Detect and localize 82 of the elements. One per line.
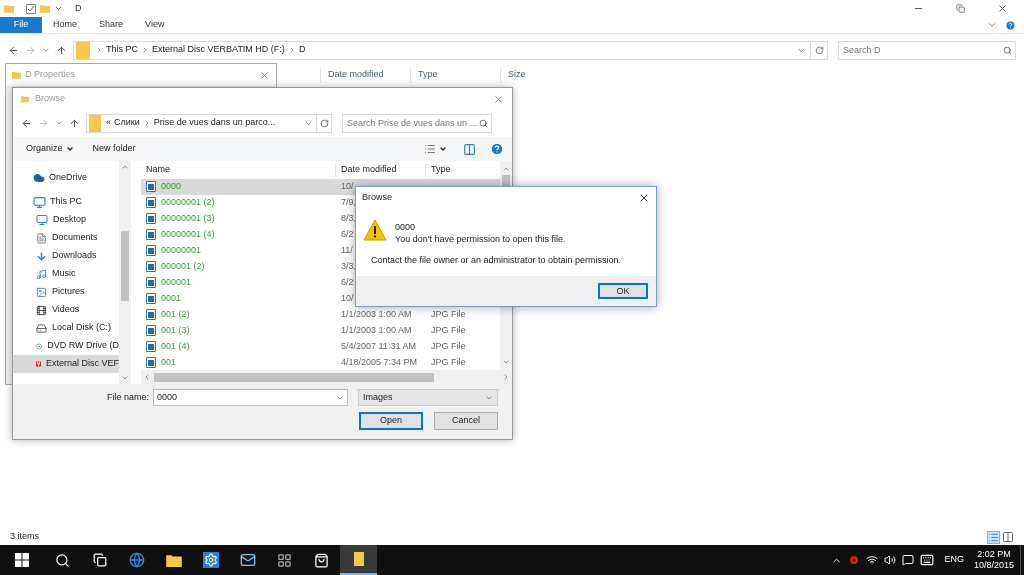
- date-cell-text: 6/2: [341, 275, 354, 289]
- type-cell-text: JPG File: [430, 323, 466, 337]
- column-header[interactable]: Type: [426, 163, 500, 177]
- ok-button[interactable]: OK: [598, 283, 648, 299]
- open-button[interactable]: Open: [359, 412, 423, 430]
- nav-item[interactable]: Pictures: [13, 283, 119, 301]
- file-name: 0001: [161, 291, 182, 305]
- file-row[interactable]: 000001 6/2: [141, 274, 500, 291]
- breadcrumb-item[interactable]: External Disc VERBATIM HD (F:): [152, 43, 285, 57]
- organize-button[interactable]: Organize: [26, 142, 74, 156]
- breadcrumb-item[interactable]: Prise de vues dans un parco...: [153, 116, 276, 130]
- dialog-title: Browse: [35, 92, 65, 106]
- nav-item[interactable]: OneDrive: [13, 169, 119, 187]
- file-name: 001 (2): [161, 307, 190, 321]
- file-name-field[interactable]: 0000: [153, 389, 348, 406]
- field-label: File name:: [106, 390, 149, 404]
- clock[interactable]: 2:02 PM 10/8/2015: [973, 549, 1014, 571]
- cancel-button[interactable]: Cancel: [434, 412, 498, 430]
- file-name: 00000001 (4): [161, 227, 215, 241]
- file-row[interactable]: 001 (3) 1/1/2003 1:00 AM JPG File: [141, 322, 500, 339]
- file-name: 001 (3): [161, 323, 190, 337]
- file-row[interactable]: 001 4/18/2005 7:34 PM JPG File: [141, 354, 500, 371]
- breadcrumb-item[interactable]: D: [298, 43, 306, 57]
- ribbon-tab[interactable]: View: [134, 17, 176, 33]
- nav-item[interactable]: Local Disk (C:): [13, 319, 119, 337]
- ribbon-tab[interactable]: Home: [42, 17, 88, 33]
- language-indicator[interactable]: ENG: [944, 553, 964, 567]
- date-cell-text: 6/2: [341, 227, 354, 241]
- file-row[interactable]: 0001 10/: [141, 290, 500, 307]
- file-name: 001 (4): [161, 339, 190, 353]
- search-field[interactable]: Search D: [838, 40, 1016, 60]
- column-header[interactable]: Date modified: [320, 67, 410, 83]
- date-cell-text: 4/18/2005 7:34 PM: [341, 355, 418, 369]
- nav-item[interactable]: Downloads: [13, 247, 119, 265]
- nav-item[interactable]: Videos: [13, 301, 119, 319]
- date-cell-text: 7/9,: [341, 195, 356, 209]
- nav-item[interactable]: Music: [13, 265, 119, 283]
- file-row[interactable]: 001 (2) 1/1/2003 1:00 AM JPG File: [141, 306, 500, 323]
- status-text: 3 items: [10, 530, 39, 544]
- new-folder-button[interactable]: New folder: [92, 142, 136, 156]
- date-cell-text: 10/: [341, 291, 354, 305]
- error-detail: Contact the file owner or an administrator to obtain permission.: [370, 254, 623, 267]
- type-cell-text: JPG File: [430, 355, 466, 369]
- search-field[interactable]: Search Prise de vues dans un ...: [342, 113, 492, 133]
- date-cell-text: 3/3,: [341, 259, 356, 273]
- column-header[interactable]: Type: [410, 67, 500, 83]
- nav-item[interactable]: DVD RW Drive (D: [13, 337, 119, 355]
- address-bar[interactable]: « Слики Prise de vues dans un parco...: [86, 113, 332, 133]
- file-name: 000001: [161, 275, 192, 289]
- breadcrumb-item[interactable]: Слики: [114, 116, 140, 130]
- file-name: 00000001 (3): [161, 211, 215, 225]
- ribbon-tab[interactable]: Share: [88, 17, 135, 33]
- column-header[interactable]: Name: [141, 163, 336, 177]
- date-cell-text: 5/4/2007 11:31 AM: [341, 339, 416, 353]
- nav-item[interactable]: Documents: [13, 229, 119, 247]
- date-cell-text: 10/: [341, 179, 354, 193]
- date-cell-text: 11/: [341, 243, 353, 257]
- file-tab[interactable]: File: [0, 17, 42, 33]
- date-cell-text: 1/1/2003 1:00 AM: [341, 307, 412, 321]
- window-title: D: [75, 1, 82, 15]
- type-cell-text: JPG File: [430, 307, 466, 321]
- column-header[interactable]: Date modified: [336, 163, 426, 177]
- file-type-dropdown[interactable]: Images: [358, 389, 498, 406]
- nav-item[interactable]: This PC: [13, 193, 119, 211]
- overflow-glyph[interactable]: «: [106, 116, 111, 130]
- date-cell-text: 1/1/2003 1:00 AM: [341, 323, 412, 337]
- file-name: 0000: [395, 221, 417, 233]
- window-title: D Properties: [25, 68, 76, 82]
- file-name: 00000001 (2): [161, 195, 215, 209]
- type-cell-text: JPG File: [430, 339, 466, 353]
- address-bar[interactable]: This PC External Disc VERBATIM HD (F:) D: [73, 40, 828, 60]
- file-name: 00000001: [161, 243, 202, 257]
- file-name: 001: [161, 355, 177, 369]
- nav-item[interactable]: Desktop: [13, 211, 119, 229]
- date-cell-text: 8/3,: [341, 211, 356, 225]
- nav-item[interactable]: External Disc VEF: [13, 355, 119, 373]
- file-row[interactable]: 001 (4) 5/4/2007 11:31 AM JPG File: [141, 338, 500, 355]
- file-name: 000001 (2): [161, 259, 205, 273]
- breadcrumb-item[interactable]: This PC: [106, 43, 138, 57]
- column-header[interactable]: Size: [500, 67, 590, 83]
- file-name: 0000: [161, 179, 182, 193]
- error-message: You don't have permission to open this file.: [395, 233, 566, 245]
